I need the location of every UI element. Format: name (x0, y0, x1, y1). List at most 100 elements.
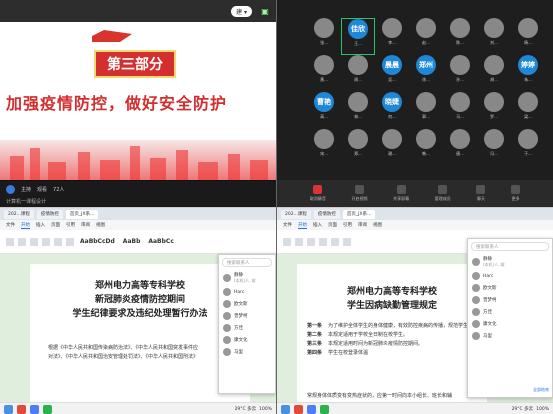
participant-tile[interactable]: 马... (443, 92, 477, 129)
document-tab[interactable]: 疫情防控 (36, 209, 63, 219)
camera-icon[interactable]: ▣ (258, 4, 272, 18)
participant-tile[interactable]: 陈... (443, 18, 477, 55)
menu-item[interactable]: 开始 (298, 222, 307, 229)
italic-icon[interactable] (307, 237, 315, 246)
align-icon[interactable] (331, 237, 339, 246)
menu-item[interactable]: 文件 (6, 222, 15, 228)
document-page[interactable]: 郑州电力高等专科学校 新冠肺炎疫情防控期间 学生纪律要求及违纪处理暂行办法 根据… (30, 264, 250, 402)
menu-item[interactable]: 插入 (36, 222, 45, 228)
menu-item[interactable]: 开始 (21, 222, 30, 229)
contact-item[interactable]: 方佳 (219, 322, 275, 334)
participant-tile[interactable]: 张... (307, 18, 341, 55)
chat-icon[interactable] (320, 404, 329, 414)
menu-item[interactable]: 视图 (373, 222, 382, 228)
participant-tile[interactable]: 赵... (409, 18, 443, 55)
contact-item[interactable]: 康文化 (219, 334, 275, 346)
paste-icon[interactable] (6, 237, 14, 246)
contact-item[interactable]: 方佳 (468, 306, 552, 318)
participant-tile[interactable]: 罗... (477, 92, 511, 129)
contact-item[interactable]: 欧文斯 (219, 298, 275, 310)
style-normal[interactable]: AaBbCcDd (78, 238, 117, 245)
document-page[interactable]: 郑州电力高等专科学校 学生因病缺勤管理规定 第一条 为了维护全体学生的身体健康，有… (297, 264, 487, 402)
menu-item[interactable]: 引用 (66, 222, 75, 228)
contact-item[interactable]: 静静 (本机)人..拨 (468, 254, 552, 270)
menu-item[interactable]: 文件 (283, 222, 292, 228)
participant-tile[interactable]: 韩... (409, 129, 443, 166)
participant-tile[interactable]: 刘... (477, 18, 511, 55)
menu-item[interactable]: 页面 (51, 222, 60, 228)
toolbar-button[interactable]: 更多 (511, 185, 521, 202)
toolbar-button[interactable]: 管理成员 (435, 185, 451, 202)
menu-item[interactable]: 页面 (328, 222, 337, 228)
zoom-level[interactable]: 100% (536, 407, 549, 412)
menu-item[interactable]: 插入 (313, 222, 322, 228)
participant-tile[interactable]: 宋... (307, 129, 341, 166)
contact-item[interactable]: 马里 (219, 346, 275, 358)
document-tab[interactable]: 疫情防控 (313, 209, 340, 219)
contact-item[interactable]: 康文化 (468, 318, 552, 330)
style-heading1[interactable]: AaBb (121, 238, 143, 245)
participant-tile[interactable]: 婷婷 朱... (511, 55, 545, 92)
participant-tile[interactable]: 梁... (511, 92, 545, 129)
chat-icon[interactable] (43, 404, 52, 414)
start-icon[interactable] (281, 404, 290, 414)
contact-item[interactable]: Harc (468, 270, 552, 282)
menu-item[interactable]: 引用 (343, 222, 352, 228)
participant-tile[interactable]: 晨晨 吴... (375, 55, 409, 92)
participant-tile[interactable]: 黄... (307, 55, 341, 92)
participant-tile[interactable]: 郭... (409, 92, 443, 129)
bold-icon[interactable] (18, 237, 26, 246)
participant-tile[interactable]: 冯... (477, 129, 511, 166)
contact-search-input[interactable]: 搜索联系人 (222, 258, 272, 267)
wps-icon[interactable] (17, 404, 26, 414)
participant-tile[interactable]: 孙... (443, 55, 477, 92)
contact-search-input[interactable]: 搜索联系人 (471, 242, 549, 251)
style-heading2[interactable]: AaBbCc (146, 238, 176, 245)
participant-tile[interactable]: 郑... (341, 129, 375, 166)
participant-tile[interactable]: 谢... (375, 129, 409, 166)
participant-tile[interactable]: 于... (511, 129, 545, 166)
document-tab[interactable]: 202...课程 (4, 209, 34, 219)
participant-tile[interactable]: 周... (341, 55, 375, 92)
word-icon[interactable] (30, 404, 39, 414)
toolbar-button[interactable]: 聊天 (476, 185, 486, 202)
italic-icon[interactable] (30, 237, 38, 246)
participant-tile[interactable]: 林... (341, 92, 375, 129)
toolbar-button[interactable]: 共享屏幕 (393, 185, 409, 202)
menu-item[interactable]: 审阅 (81, 222, 90, 228)
toolbar-button[interactable]: 开启视频 (351, 185, 367, 202)
participant-tile[interactable]: 晓婕 何... (375, 92, 409, 129)
document-tab[interactable]: 首页_JX系... (342, 209, 376, 219)
start-icon[interactable] (4, 404, 13, 414)
participant-tile[interactable]: 郑州 徐... (409, 55, 443, 92)
participant-tile[interactable]: 杨... (511, 18, 545, 55)
contact-item[interactable]: 静静 (本机)人..拨 (219, 270, 275, 286)
list-icon[interactable] (343, 237, 351, 246)
underline-icon[interactable] (319, 237, 327, 246)
underline-icon[interactable] (42, 237, 50, 246)
document-tab[interactable]: 202...课程 (281, 209, 311, 219)
menu-item[interactable]: 视图 (96, 222, 105, 228)
participant-tile[interactable]: 曹艳 高... (307, 92, 341, 129)
contact-item[interactable]: 曾梦柯 (468, 294, 552, 306)
user-menu[interactable]: 建 ▾ (231, 6, 252, 17)
participant-tile[interactable]: 唐... (443, 129, 477, 166)
contact-item[interactable]: Harc (219, 286, 275, 298)
participant-tile[interactable]: 佳欣 王... (341, 18, 375, 55)
toolbar-button[interactable]: 取消静音 (310, 185, 326, 202)
paste-icon[interactable] (283, 237, 291, 246)
contact-item[interactable]: 欧文斯 (468, 282, 552, 294)
wps-icon[interactable] (294, 404, 303, 414)
contact-item[interactable]: 曾梦柯 (219, 310, 275, 322)
end-all-link[interactable]: 全部结束 (533, 387, 549, 393)
menu-item[interactable]: 审阅 (358, 222, 367, 228)
list-icon[interactable] (66, 237, 74, 246)
zoom-level[interactable]: 100% (259, 407, 272, 412)
participant-tile[interactable]: 胡... (477, 55, 511, 92)
align-icon[interactable] (54, 237, 62, 246)
word-icon[interactable] (307, 404, 316, 414)
contact-item[interactable]: 马里 (468, 330, 552, 342)
bold-icon[interactable] (295, 237, 303, 246)
document-tab[interactable]: 首页_JX系... (65, 209, 99, 219)
participant-tile[interactable]: 李... (375, 18, 409, 55)
